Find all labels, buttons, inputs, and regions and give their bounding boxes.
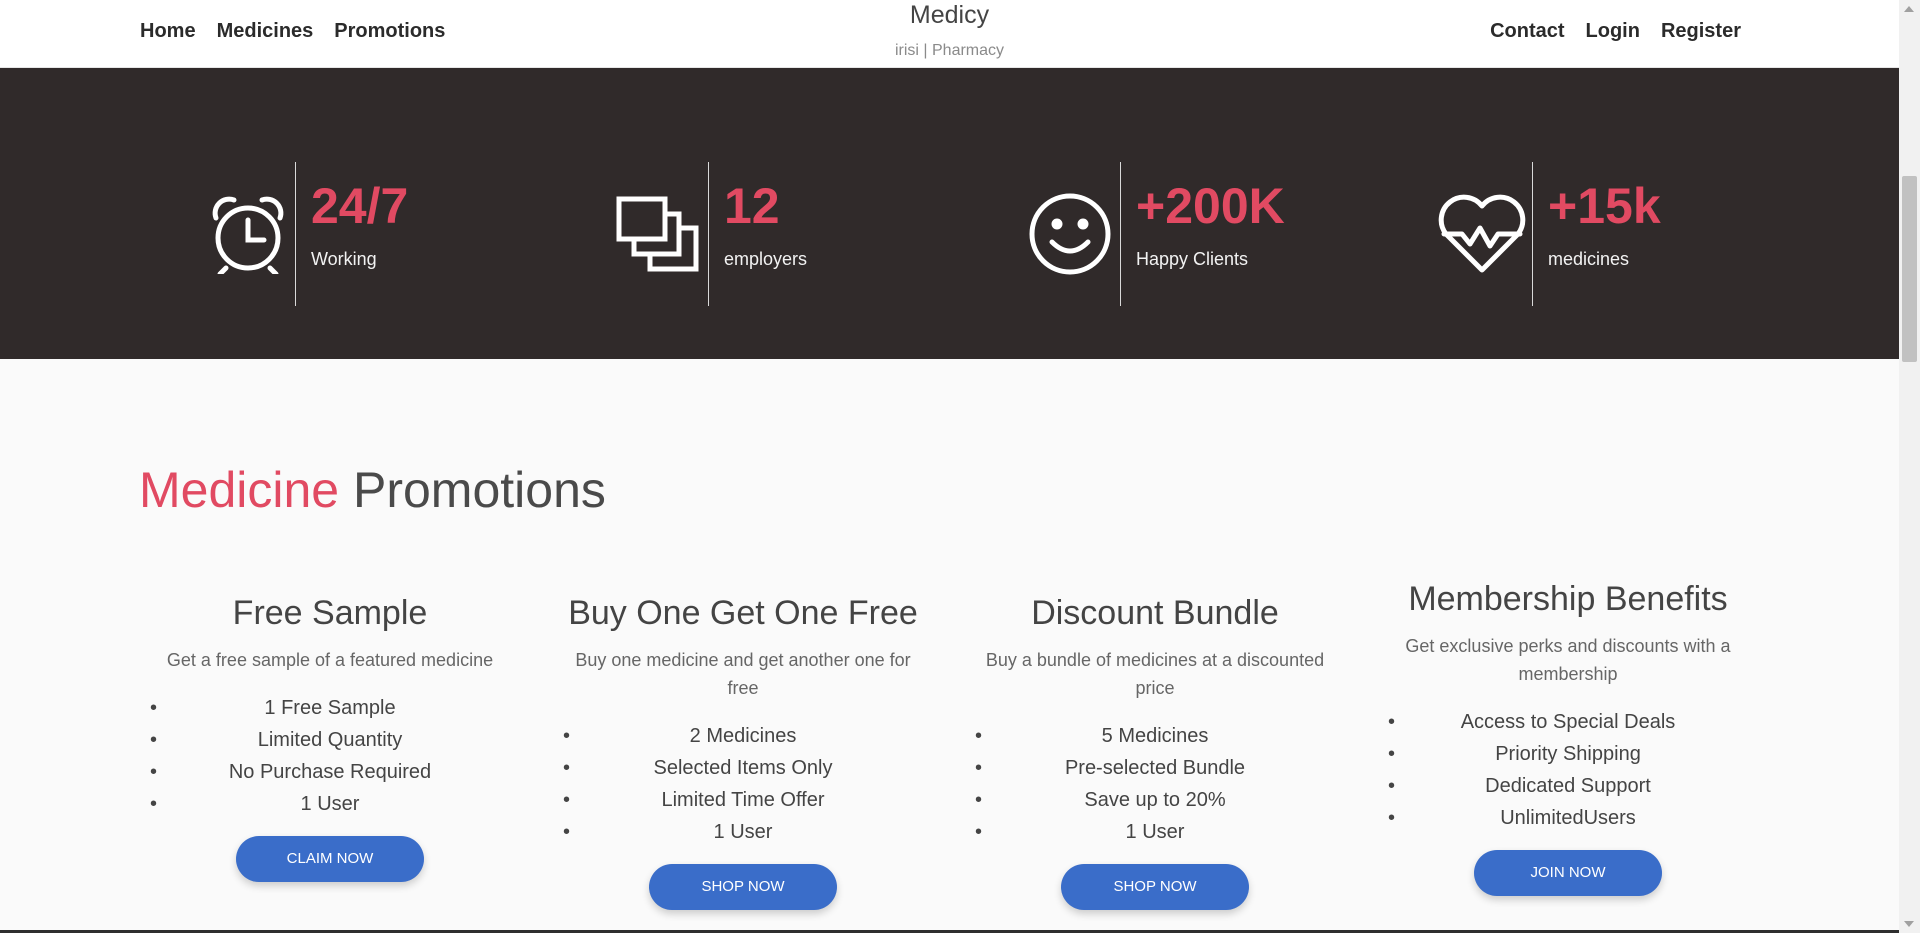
list-item: Limited Time Offer: [543, 784, 943, 816]
stat-label: Working: [311, 249, 377, 269]
list-item: Save up to 20%: [955, 784, 1355, 816]
promotions-heading-accent: Medicine: [139, 462, 340, 518]
promotions-heading-rest: Promotions: [339, 462, 606, 518]
nav-right: Contact Login Register: [1490, 20, 1741, 43]
stat-divider: [1120, 162, 1121, 306]
stat-label: Happy Clients: [1136, 249, 1249, 269]
card-title: Membership Benefits: [1408, 580, 1728, 618]
stat-value: +15k: [1548, 178, 1661, 234]
scrollbar-thumb[interactable]: [1902, 176, 1917, 362]
stat-body: 24/7 Working: [311, 178, 408, 270]
promo-card-membership: Membership Benefits Get exclusive perks …: [1368, 579, 1768, 896]
promo-card-bogo: Buy One Get One Free Buy one medicine an…: [543, 593, 943, 910]
stat-divider: [295, 162, 296, 306]
promo-card-discount-bundle: Discount Bundle Buy a bundle of medicine…: [955, 593, 1355, 910]
stat-value: +200K: [1136, 178, 1285, 234]
scroll-up-icon[interactable]: [1904, 6, 1914, 12]
list-item: Priority Shipping: [1368, 738, 1768, 770]
stacked-squares-icon: [610, 179, 706, 289]
stat-value: 24/7: [311, 178, 409, 234]
list-item: 1 User: [543, 816, 943, 848]
stat-label: medicines: [1548, 249, 1630, 269]
list-item: Access to Special Deals: [1368, 706, 1768, 738]
smiley-face-icon: [1022, 179, 1118, 289]
stat-body: 12 employers: [724, 178, 807, 270]
stat-divider: [708, 162, 709, 306]
brand-subtitle: irisi | Pharmacy: [894, 42, 1005, 59]
join-now-button[interactable]: JOIN NOW: [1474, 850, 1662, 896]
card-description: Get exclusive perks and discounts with a…: [1405, 636, 1731, 684]
card-title: Buy One Get One Free: [568, 594, 918, 632]
list-item: 1 Free Sample: [130, 692, 530, 724]
list-item: Dedicated Support: [1368, 770, 1768, 802]
promo-card-free-sample: Free Sample Get a free sample of a featu…: [130, 593, 530, 882]
list-item: Pre-selected Bundle: [955, 752, 1355, 784]
card-features-list: 5 Medicines Pre-selected Bundle Save up …: [955, 720, 1355, 848]
card-features-list: Access to Special Deals Priority Shippin…: [1368, 706, 1768, 834]
card-description: Buy a bundle of medicines at a discounte…: [985, 650, 1325, 698]
promotions-heading: Medicine Promotions: [139, 460, 606, 520]
claim-now-button[interactable]: CLAIM NOW: [236, 836, 424, 882]
list-item: UnlimitedUsers: [1368, 802, 1768, 834]
stat-body: +15k medicines: [1548, 178, 1661, 270]
shop-now-button[interactable]: SHOP NOW: [1061, 864, 1249, 910]
list-item: Limited Quantity: [130, 724, 530, 756]
card-title: Discount Bundle: [1031, 594, 1279, 632]
list-item: No Purchase Required: [130, 756, 530, 788]
list-item: 2 Medicines: [543, 720, 943, 752]
list-item: 1 User: [955, 816, 1355, 848]
nav-register-link[interactable]: Register: [1661, 20, 1741, 43]
card-features-list: 2 Medicines Selected Items Only Limited …: [543, 720, 943, 848]
navbar: Home Medicines Promotions Medicy irisi |…: [0, 0, 1899, 68]
list-item: 1 User: [130, 788, 530, 820]
stat-value: 12: [724, 178, 780, 234]
nav-contact-link[interactable]: Contact: [1490, 20, 1564, 43]
stat-label: employers: [724, 249, 808, 269]
stat-divider: [1532, 162, 1533, 306]
heart-pulse-icon: [1434, 179, 1530, 289]
stats-section: 24/7 Working 12 employers +200K Happy Cl…: [0, 68, 1899, 359]
nav-login-link[interactable]: Login: [1586, 20, 1640, 43]
list-item: Selected Items Only: [543, 752, 943, 784]
vertical-scrollbar[interactable]: [1899, 0, 1920, 933]
shop-now-button[interactable]: SHOP NOW: [649, 864, 837, 910]
card-description: Buy one medicine and get another one for…: [575, 650, 911, 698]
card-features-list: 1 Free Sample Limited Quantity No Purcha…: [130, 692, 530, 820]
card-description: Get a free sample of a featured medicine: [166, 650, 494, 670]
stat-body: +200K Happy Clients: [1136, 178, 1285, 270]
card-title: Free Sample: [232, 594, 428, 632]
alarm-clock-icon: [200, 179, 296, 289]
list-item: 5 Medicines: [955, 720, 1355, 752]
scroll-down-icon[interactable]: [1904, 921, 1914, 927]
